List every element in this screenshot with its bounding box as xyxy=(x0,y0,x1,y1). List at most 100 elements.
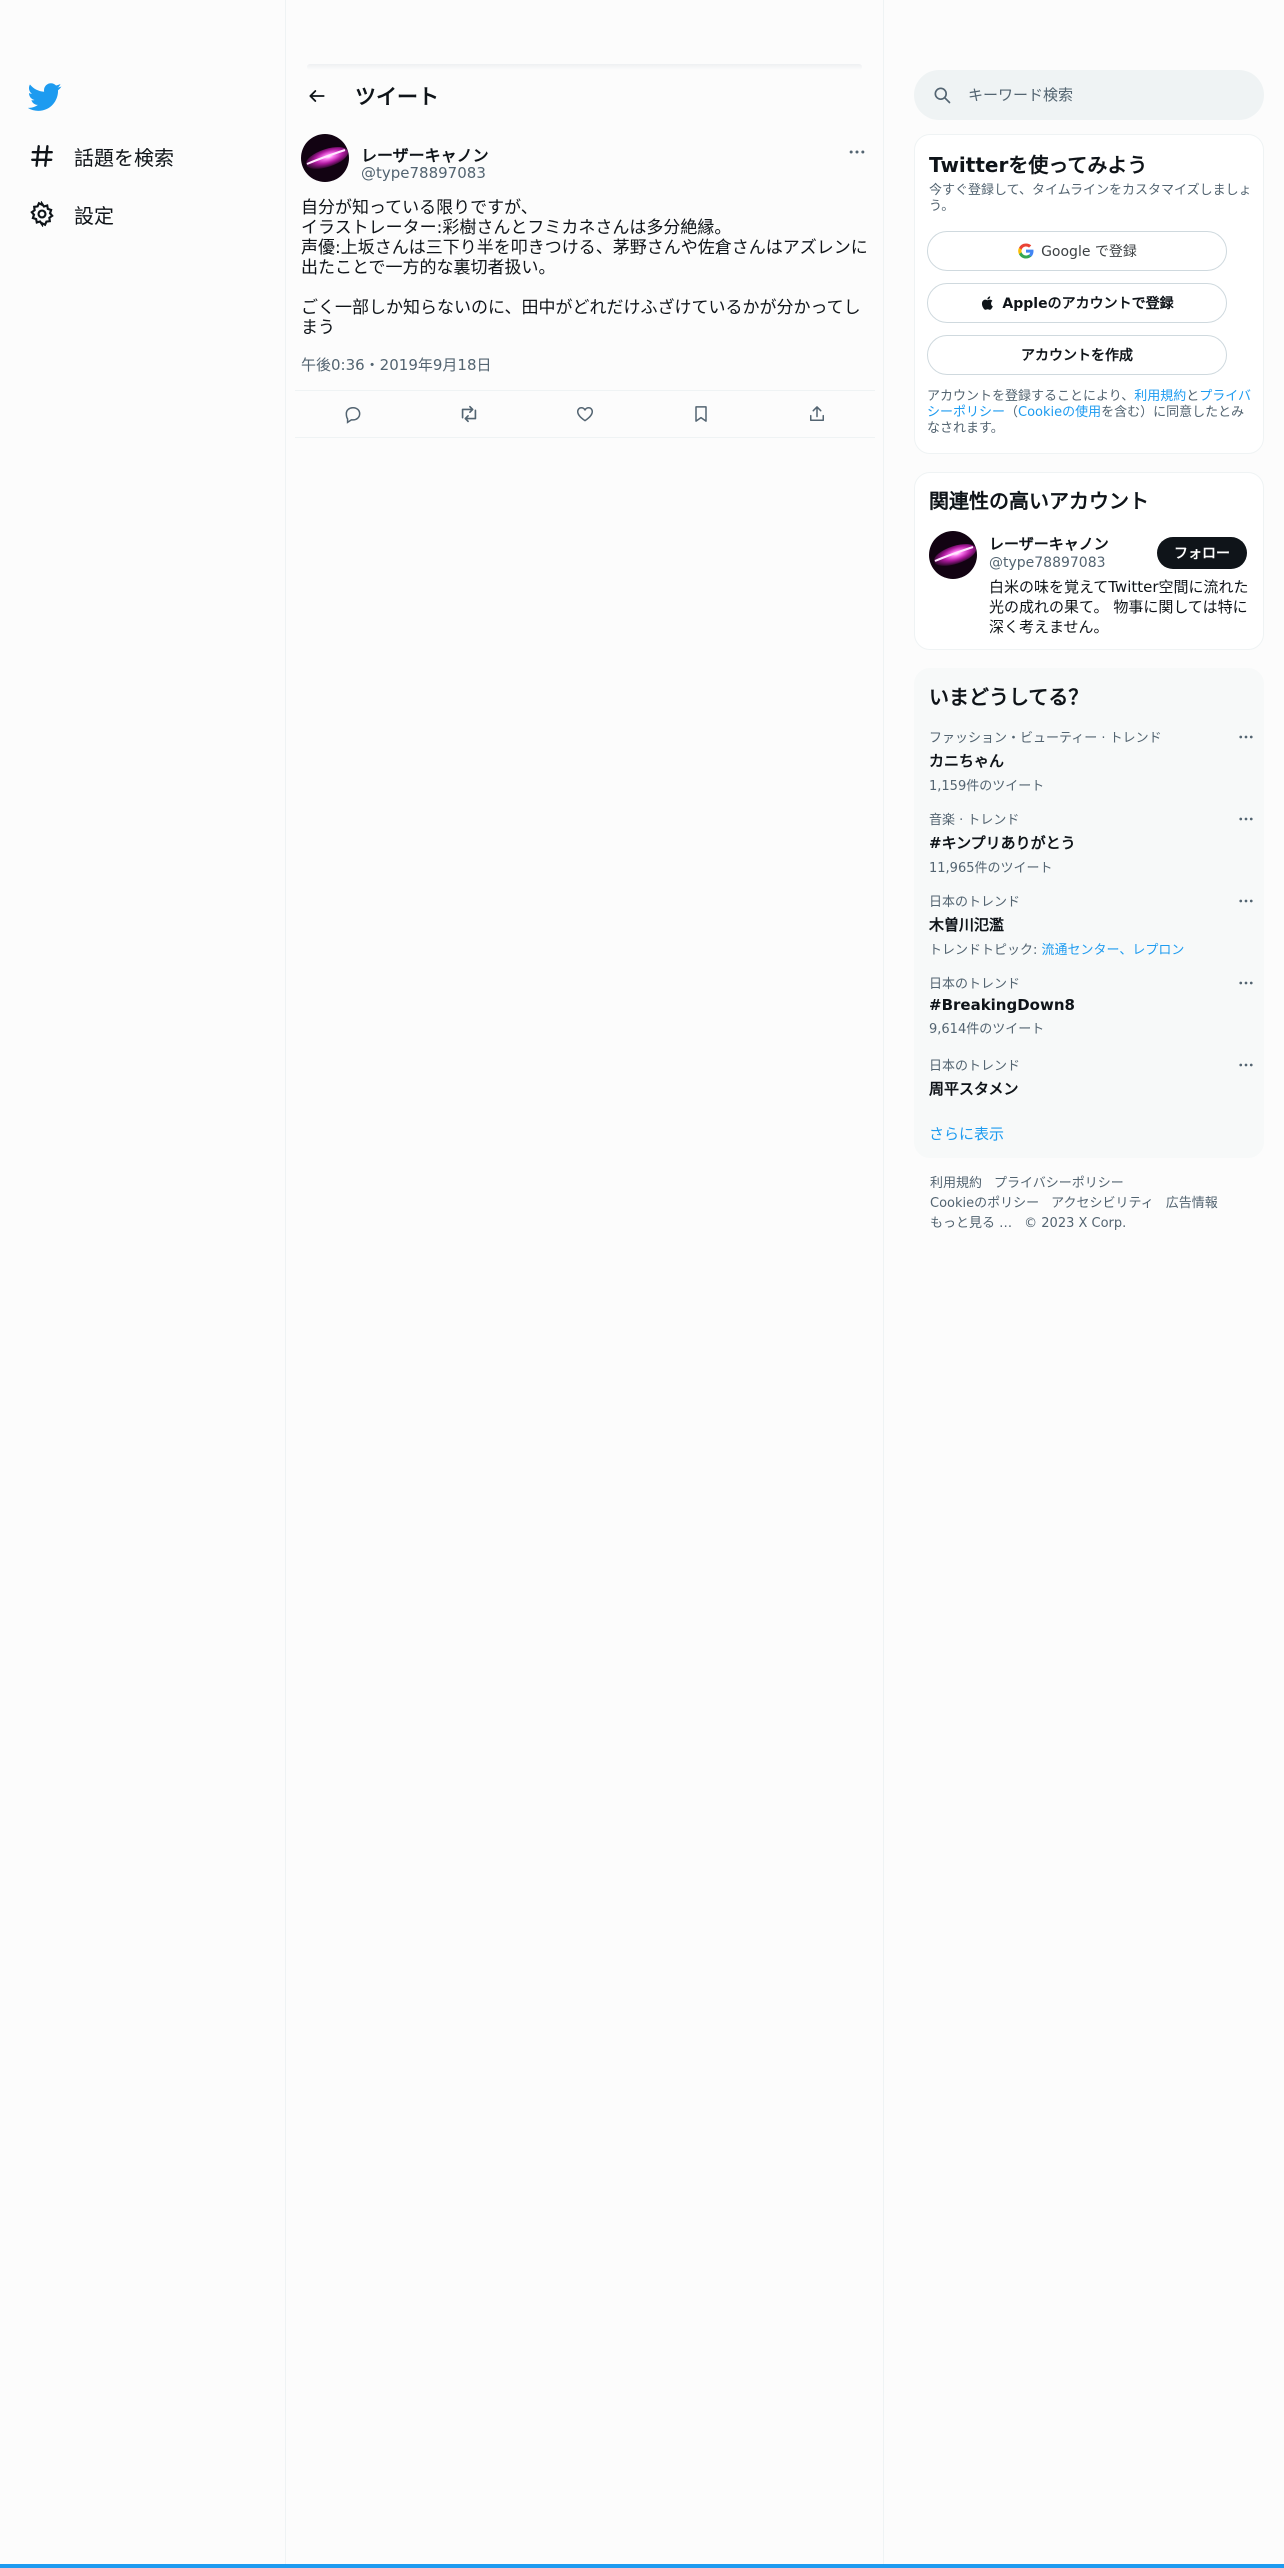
tweet-timestamp[interactable]: 午後0:36・2019年9月18日 xyxy=(301,354,492,375)
terms-link[interactable]: 利用規約 xyxy=(1134,389,1186,404)
trend-item[interactable]: 日本のトレンド 周平スタメン xyxy=(929,1055,1254,1099)
related-account-name[interactable]: レーザーキャノン xyxy=(989,533,1109,554)
footer-link[interactable]: アクセシビリティ xyxy=(1051,1196,1154,1211)
right-sidebar: Twitterを使ってみよう 今すぐ登録して、タイムラインをカスタマイズしましょ… xyxy=(884,0,1284,2568)
signup-subtitle: 今すぐ登録して、タイムラインをカスタマイズしましょう。 xyxy=(929,183,1252,214)
reply-icon xyxy=(345,407,361,424)
search-input[interactable] xyxy=(968,86,1248,104)
tweet-actions xyxy=(295,390,875,438)
trend-more-button[interactable] xyxy=(1234,809,1258,829)
related-accounts-card: 関連性の高いアカウント レーザーキャノン @type78897083 白米の味を… xyxy=(914,472,1264,650)
more-icon xyxy=(1239,1063,1253,1067)
share-button[interactable] xyxy=(797,394,837,434)
trend-category: 音楽 · トレンド xyxy=(929,813,1020,828)
google-signup-label: Google で登録 xyxy=(1041,244,1137,260)
gear-icon xyxy=(28,200,56,228)
trend-topic-links[interactable]: 流通センター、レプロン xyxy=(1042,943,1185,958)
tweet-text: 自分が知っている限りですが、 イラストレーター:彩樹さんとフミカネさんは多分絶縁… xyxy=(301,198,868,338)
trend-topic-prefix: トレンドトピック: xyxy=(929,943,1042,958)
trend-name: 周平スタメン xyxy=(929,1080,1019,1098)
trend-name: カニちゃん xyxy=(929,752,1005,770)
terms-prefix: アカウントを登録することにより、 xyxy=(927,389,1135,404)
trend-category: ファッション・ビューティー · トレンド xyxy=(929,731,1162,746)
main-column: ツイート レーザーキャノン @type78897083 自分が知っている限りです… xyxy=(287,0,884,2568)
footer-link[interactable]: Cookieのポリシー xyxy=(930,1196,1039,1211)
create-account-label: アカウントを作成 xyxy=(1021,348,1133,364)
follow-button[interactable]: フォロー xyxy=(1157,537,1247,569)
more-icon xyxy=(1239,981,1253,985)
copyright: © 2023 X Corp. xyxy=(1024,1216,1127,1231)
more-icon xyxy=(1239,899,1253,903)
footer-more-link[interactable]: もっと見る … xyxy=(930,1216,1012,1231)
author-name[interactable]: レーザーキャノン xyxy=(361,142,489,166)
tweet-header: ツイート xyxy=(287,70,884,122)
more-icon xyxy=(849,150,865,154)
trend-category: 日本のトレンド xyxy=(929,1059,1021,1074)
trend-name: 木曽川氾濫 xyxy=(929,916,1005,934)
bottom-accent-bar xyxy=(0,2564,1284,2568)
nav-settings[interactable]: 設定 xyxy=(28,194,114,234)
trend-item[interactable]: 日本のトレンド 木曽川氾濫 トレンドトピック: 流通センター、レプロン xyxy=(929,891,1254,958)
retweet-icon xyxy=(461,405,477,423)
like-button[interactable] xyxy=(565,394,605,434)
trends-card: いまどうしてる？ ファッション・ビューティー · トレンド カニちゃん 1,15… xyxy=(914,668,1264,1158)
heart-icon xyxy=(576,406,594,422)
share-icon xyxy=(810,406,824,421)
cookie-link[interactable]: Cookieの使用 xyxy=(1018,405,1101,420)
trend-more-button[interactable] xyxy=(1234,1055,1258,1075)
left-navigation: 話題を検索 設定 xyxy=(0,0,286,2568)
related-title: 関連性の高いアカウント xyxy=(929,489,1149,513)
avatar[interactable] xyxy=(301,134,349,182)
trend-category: 日本のトレンド xyxy=(929,895,1021,910)
search-icon xyxy=(934,87,951,104)
hashtag-icon xyxy=(28,142,56,170)
apple-icon xyxy=(980,295,996,311)
trend-topics: トレンドトピック: 流通センター、レプロン xyxy=(929,939,1254,958)
bookmark-icon xyxy=(695,406,707,422)
related-account-handle[interactable]: @type78897083 xyxy=(989,555,1106,571)
trend-item[interactable]: ファッション・ビューティー · トレンド カニちゃん 1,159件のツイート xyxy=(929,727,1254,794)
retweet-button[interactable] xyxy=(449,394,489,434)
footer-links: 利用規約 プライバシーポリシー Cookieのポリシー アクセシビリティ 広告情報 も… xyxy=(930,1174,1260,1234)
trend-more-button[interactable] xyxy=(1234,973,1258,993)
back-button[interactable] xyxy=(299,78,335,114)
twitter-logo-icon[interactable] xyxy=(27,80,62,114)
arrow-left-icon xyxy=(309,90,325,102)
search-box[interactable] xyxy=(914,70,1264,120)
trend-name: #キンプリありがとう xyxy=(929,834,1076,852)
signup-terms: アカウントを登録することにより、利用規約とプライバシーポリシー（Cookieの使… xyxy=(927,389,1252,437)
page-title: ツイート xyxy=(355,85,439,109)
trend-name: #BreakingDown8 xyxy=(929,996,1075,1014)
signup-card: Twitterを使ってみよう 今すぐ登録して、タイムラインをカスタマイズしましょ… xyxy=(914,134,1264,454)
show-more-link[interactable]: さらに表示 xyxy=(929,1123,1004,1144)
google-icon xyxy=(1017,242,1035,260)
reply-button[interactable] xyxy=(333,394,373,434)
more-icon xyxy=(1239,735,1253,739)
footer-link[interactable]: 広告情報 xyxy=(1166,1196,1218,1211)
more-options-button[interactable] xyxy=(843,138,871,166)
terms-and: と xyxy=(1186,389,1200,404)
terms-paren: （ xyxy=(1005,405,1019,420)
google-signup-button[interactable]: Google で登録 xyxy=(927,231,1227,271)
create-account-button[interactable]: アカウントを作成 xyxy=(927,335,1227,375)
trend-item[interactable]: 日本のトレンド #BreakingDown8 9,614件のツイート xyxy=(929,973,1254,1037)
tweet-author: レーザーキャノン @type78897083 xyxy=(301,134,871,184)
trend-more-button[interactable] xyxy=(1234,727,1258,747)
apple-signup-label: Appleのアカウントで登録 xyxy=(1002,296,1174,312)
bookmark-button[interactable] xyxy=(681,394,721,434)
trend-more-button[interactable] xyxy=(1234,891,1258,911)
apple-signup-button[interactable]: Appleのアカウントで登録 xyxy=(927,283,1227,323)
trend-count: 9,614件のツイート xyxy=(929,1022,1045,1037)
trends-title: いまどうしてる？ xyxy=(929,685,1089,709)
avatar[interactable] xyxy=(929,531,977,579)
nav-explore[interactable]: 話題を検索 xyxy=(28,136,174,176)
author-handle[interactable]: @type78897083 xyxy=(361,164,486,182)
trend-item[interactable]: 音楽 · トレンド #キンプリありがとう 11,965件のツイート xyxy=(929,809,1254,876)
footer-link[interactable]: プライバシーポリシー xyxy=(994,1176,1124,1191)
trend-count: 1,159件のツイート xyxy=(929,779,1045,794)
trend-category: 日本のトレンド xyxy=(929,977,1021,992)
nav-settings-label: 設定 xyxy=(74,203,114,228)
signup-title: Twitterを使ってみよう xyxy=(929,153,1148,177)
nav-explore-label: 話題を検索 xyxy=(74,145,174,170)
footer-link[interactable]: 利用規約 xyxy=(930,1176,982,1191)
